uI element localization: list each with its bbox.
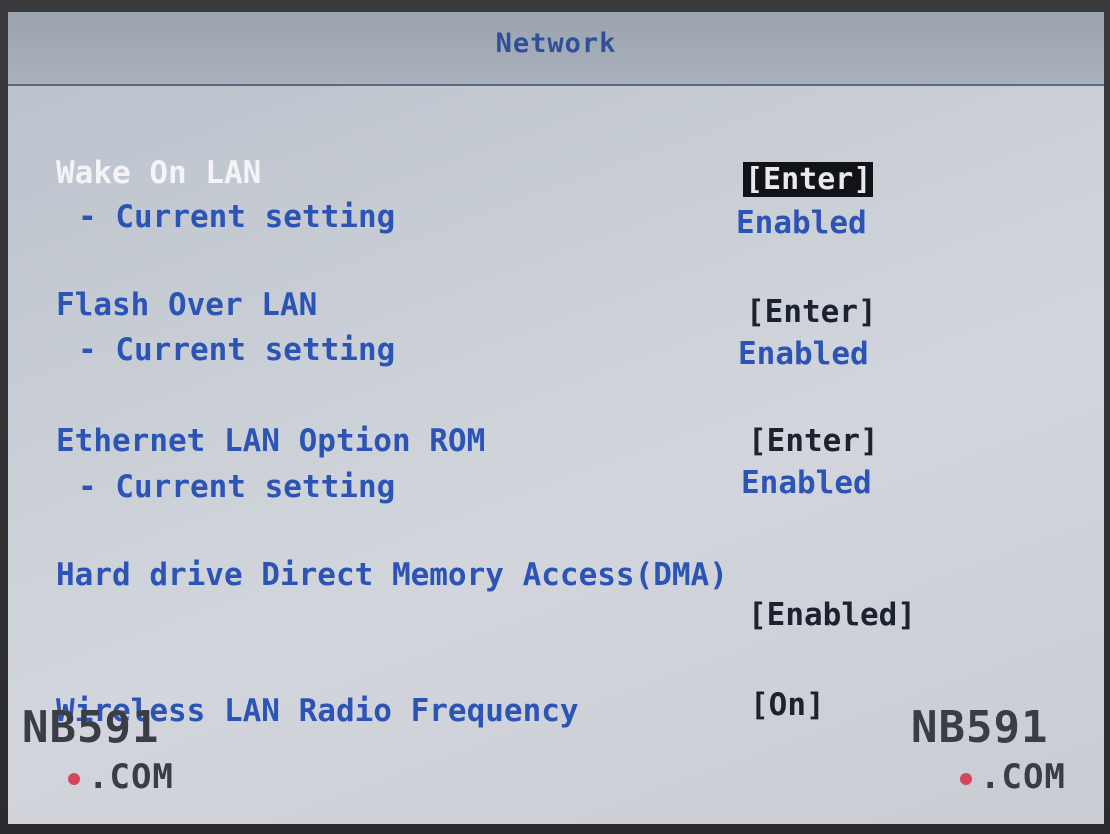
ethernet-lan-option-rom-current-setting-label: - Current setting bbox=[78, 469, 396, 505]
selection-highlight: [Enter] bbox=[743, 162, 874, 197]
watermark-dot-icon bbox=[960, 772, 972, 785]
monitor-bezel: Network Wake On LAN [Enter] - Current se… bbox=[0, 0, 1110, 834]
page-title: Network bbox=[495, 28, 617, 59]
watermark-left-domain-text: .COM bbox=[88, 757, 174, 797]
bios-title-bar: Network bbox=[8, 12, 1104, 86]
watermark-left-domain: .COM bbox=[68, 757, 174, 797]
bios-screen: Network Wake On LAN [Enter] - Current se… bbox=[8, 12, 1104, 824]
wake-on-lan-current-setting-value: Enabled bbox=[736, 205, 867, 241]
menu-item-ethernet-lan-option-rom[interactable]: Ethernet LAN Option ROM bbox=[56, 423, 485, 459]
ethernet-lan-option-rom-enter-button[interactable]: [Enter] bbox=[748, 423, 879, 459]
flash-over-lan-current-setting-label: - Current setting bbox=[78, 332, 396, 368]
wireless-lan-radio-frequency-value[interactable]: [On] bbox=[750, 687, 825, 723]
watermark-right-logo: NB591 bbox=[911, 702, 1049, 753]
wake-on-lan-enter-button[interactable]: [Enter] bbox=[743, 162, 874, 197]
menu-item-wake-on-lan[interactable]: Wake On LAN bbox=[56, 155, 261, 191]
menu-item-hard-drive-dma[interactable]: Hard drive Direct Memory Access(DMA) bbox=[56, 557, 728, 593]
watermark-dot-icon bbox=[68, 772, 80, 785]
watermark-right-domain: .COM bbox=[960, 757, 1066, 797]
wake-on-lan-current-setting-label: - Current setting bbox=[78, 199, 396, 235]
flash-over-lan-current-setting-value: Enabled bbox=[738, 336, 869, 372]
flash-over-lan-enter-button[interactable]: [Enter] bbox=[746, 294, 877, 330]
watermark-left-logo: NB591 bbox=[22, 702, 160, 753]
ethernet-lan-option-rom-current-setting-value: Enabled bbox=[741, 465, 872, 501]
hard-drive-dma-value[interactable]: [Enabled] bbox=[748, 597, 916, 633]
menu-item-flash-over-lan[interactable]: Flash Over LAN bbox=[56, 287, 317, 323]
watermark-right-domain-text: .COM bbox=[980, 757, 1066, 797]
